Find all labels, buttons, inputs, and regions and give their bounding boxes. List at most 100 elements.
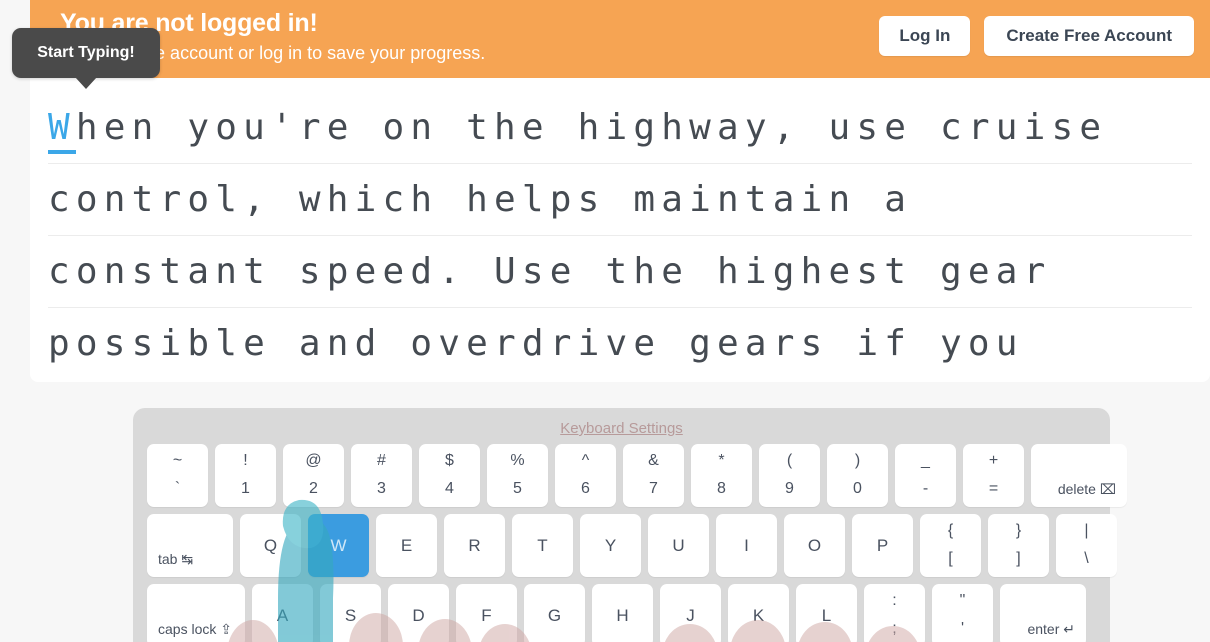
key-f-label: F (481, 605, 492, 625)
banner-actions: Log In Create Free Account (879, 6, 1196, 56)
keyboard-number-row: ~ `! 1 @2 #3 $4% 5 ^ 6 & 7 * 8(9) 0 _ - + = delete ⌧ (147, 444, 1127, 507)
typing-line-2: control, which helps maintain a (48, 164, 1192, 236)
key-6[interactable]: ^ 6 (555, 444, 616, 507)
keyboard-rows: ~ `! 1 @2 #3 $4% 5 ^ 6 & 7 * 8(9) 0 _ - + = delete ⌧ tab ↹ Q… (147, 444, 1127, 642)
key-k[interactable]: K (728, 584, 789, 642)
key-backslash[interactable]: | \ (1056, 514, 1117, 577)
key-u-label: U (672, 535, 685, 555)
key-5[interactable]: % 5 (487, 444, 548, 507)
not-logged-in-banner: You are not logged in! Create a free acc… (30, 0, 1210, 78)
key-h-label: H (616, 605, 629, 625)
key-bracket-left[interactable]: {[ (920, 514, 981, 577)
typing-text-area[interactable]: When you're on the highway, use cruise c… (30, 78, 1210, 382)
key-4[interactable]: $4 (419, 444, 480, 507)
key-0-label: 0 (853, 480, 862, 497)
key-6-shift-label: ^ (581, 452, 590, 469)
key-bracket-right-label: ] (1016, 550, 1021, 567)
key-g[interactable]: G (524, 584, 585, 642)
key-tilde-label: ` (174, 480, 181, 497)
key-o[interactable]: O (784, 514, 845, 577)
key-0[interactable]: ) 0 (827, 444, 888, 507)
key-caps-lock[interactable]: caps lock ⇪ (147, 584, 245, 642)
key-4-shift-label: $ (445, 452, 454, 469)
key-enter[interactable]: enter ↵ (1000, 584, 1086, 642)
key-t[interactable]: T (512, 514, 573, 577)
key-equal[interactable]: + = (963, 444, 1024, 507)
key-8-shift-label: * (718, 452, 725, 469)
key-semicolon[interactable]: :; (864, 584, 925, 642)
key-s-label: S (344, 605, 357, 625)
key-f[interactable]: F (456, 584, 517, 642)
key-4-label: 4 (445, 480, 454, 497)
key-quote[interactable]: " ' (932, 584, 993, 642)
key-3[interactable]: #3 (351, 444, 412, 507)
key-j-label: J (686, 605, 695, 625)
key-2[interactable]: @2 (283, 444, 344, 507)
typing-line-1: When you're on the highway, use cruise (48, 92, 1192, 164)
key-r-label: R (468, 535, 481, 555)
typing-practice-page: You are not logged in! Create a free acc… (0, 0, 1210, 642)
key-equal-shift-label: + (988, 452, 999, 469)
key-w-label: W (330, 535, 347, 555)
key-a-label: A (276, 605, 289, 625)
key-d-label: D (412, 605, 425, 625)
key-p[interactable]: P (852, 514, 913, 577)
key-y[interactable]: Y (580, 514, 641, 577)
key-minus[interactable]: _ - (895, 444, 956, 507)
key-semicolon-shift-label: : (892, 592, 897, 609)
key-7[interactable]: & 7 (623, 444, 684, 507)
key-k-label: K (752, 605, 765, 625)
key-s[interactable]: S (320, 584, 381, 642)
key-w[interactable]: W (308, 514, 369, 577)
keyboard-settings-link[interactable]: Keyboard Settings (560, 420, 683, 437)
key-tilde[interactable]: ~ ` (147, 444, 208, 507)
key-9[interactable]: (9 (759, 444, 820, 507)
key-r[interactable]: R (444, 514, 505, 577)
log-in-button[interactable]: Log In (879, 16, 971, 56)
key-5-label: 5 (513, 480, 522, 497)
keyboard-home-row: caps lock ⇪ A S D F G H J K L:; " ' enter ↵ (147, 584, 1096, 642)
key-bracket-right[interactable]: }] (988, 514, 1049, 577)
create-free-account-button[interactable]: Create Free Account (984, 16, 1194, 56)
typing-cursor-char: W (48, 107, 76, 154)
key-h[interactable]: H (592, 584, 653, 642)
key-j[interactable]: J (660, 584, 721, 642)
key-l-label: L (821, 605, 832, 625)
key-9-shift-label: ( (786, 452, 793, 469)
key-3-shift-label: # (377, 452, 386, 469)
key-1[interactable]: ! 1 (215, 444, 276, 507)
key-d[interactable]: D (388, 584, 449, 642)
typing-line-3: constant speed. Use the highest gear (48, 236, 1192, 308)
key-i[interactable]: I (716, 514, 777, 577)
key-1-label: 1 (241, 480, 250, 497)
virtual-keyboard: Keyboard Settings ~ `! 1 @2 #3 $4% 5 ^ 6 & 7 * 8(9) 0… (133, 408, 1127, 642)
key-delete[interactable]: delete ⌧ (1031, 444, 1127, 507)
key-backslash-shift-label: | (1084, 522, 1089, 539)
tooltip-tail-icon (75, 77, 97, 89)
key-tab[interactable]: tab ↹ (147, 514, 233, 577)
key-backslash-label: \ (1084, 550, 1089, 567)
key-0-shift-label: ) (854, 452, 861, 469)
key-e[interactable]: E (376, 514, 437, 577)
key-a[interactable]: A (252, 584, 313, 642)
key-u[interactable]: U (648, 514, 709, 577)
tooltip-label: Start Typing! (37, 44, 135, 61)
key-bracket-right-shift-label: } (1015, 522, 1022, 539)
key-tab-label: tab ↹ (158, 551, 194, 567)
key-quote-label: ' (960, 620, 965, 637)
key-minus-shift-label: _ (921, 452, 930, 469)
key-q[interactable]: Q (240, 514, 301, 577)
key-enter-label: enter ↵ (1027, 621, 1075, 637)
keyboard-qwerty-row: tab ↹ Q W E R T Y U I O P{[}] | \ (147, 514, 1117, 577)
key-l[interactable]: L (796, 584, 857, 642)
key-2-label: 2 (309, 480, 318, 497)
key-6-label: 6 (581, 480, 590, 497)
key-5-shift-label: % (510, 452, 525, 469)
key-o-label: O (807, 535, 822, 555)
key-semicolon-label: ; (892, 620, 897, 637)
key-p-label: P (876, 535, 889, 555)
key-7-label: 7 (649, 480, 658, 497)
key-delete-label: delete ⌧ (1057, 481, 1116, 497)
keyboard-settings-row: Keyboard Settings (147, 416, 1096, 444)
key-8[interactable]: * 8 (691, 444, 752, 507)
